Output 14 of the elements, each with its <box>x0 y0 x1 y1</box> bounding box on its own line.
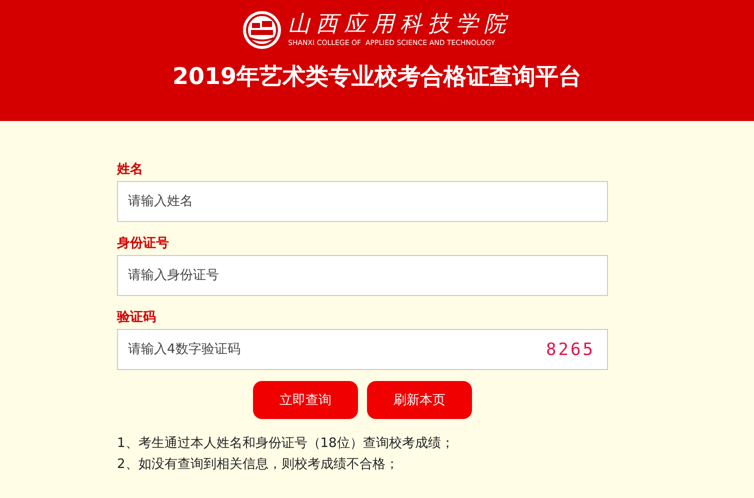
note-text: 2、如没有查询到相关信息，则校考成绩不合格； <box>117 456 400 474</box>
field-label: 验证码 <box>117 309 157 327</box>
captcha-code[interactable]: 8265 <box>546 340 595 360</box>
input-field[interactable]: 请输入身份证号 <box>117 255 608 296</box>
captcha-input-field[interactable]: 请输入4数字验证码 8265 <box>117 329 608 370</box>
college-name: 山西应用科技学院 <box>288 12 512 38</box>
input-field[interactable]: 请输入姓名 <box>117 181 608 222</box>
action-button[interactable]: 刷新本页 <box>367 381 472 419</box>
page-title: 2019年艺术类专业校考合格证查询平台 <box>172 63 582 92</box>
college-emblem-icon <box>242 10 282 50</box>
field-label: 姓名 <box>117 161 144 179</box>
field-label: 身份证号 <box>117 235 170 253</box>
note-text: 1、考生通过本人姓名和身份证号（18位）查询校考成绩； <box>117 435 455 453</box>
action-button[interactable]: 立即查询 <box>253 381 358 419</box>
